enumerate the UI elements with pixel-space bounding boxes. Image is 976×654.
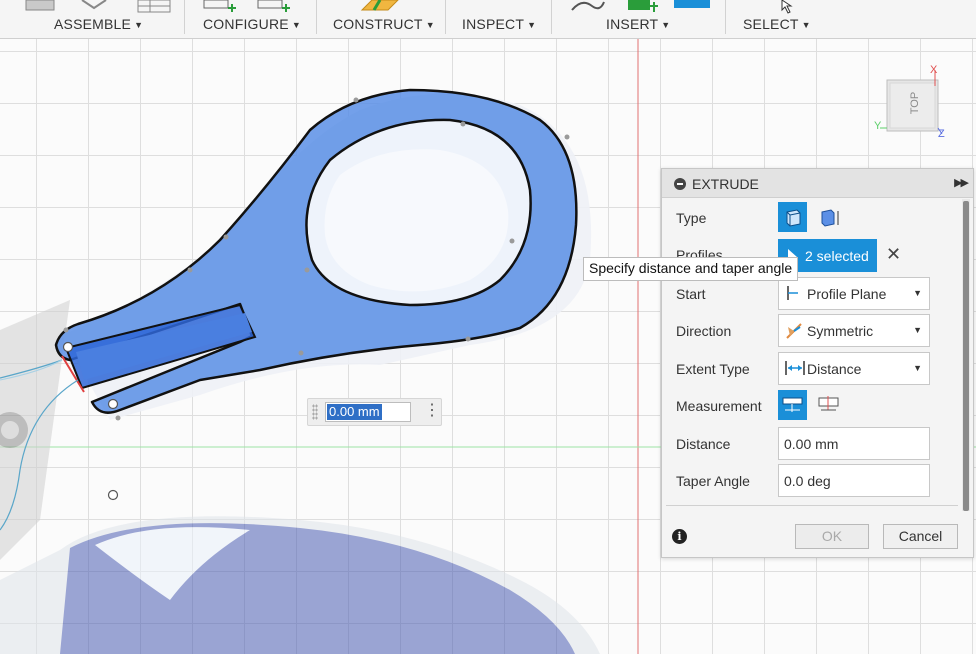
- taper-angle-input[interactable]: 0.0 deg: [778, 464, 930, 497]
- distance-manipulator-input[interactable]: 0.00 mm: [325, 402, 411, 422]
- dialog-divider: [666, 505, 958, 506]
- toolbar-divider: [184, 0, 185, 34]
- extrude-dialog: EXTRUDE ▶▶ Type Profiles 2 selected ✕ St…: [661, 168, 974, 558]
- taper-angle-label: Taper Angle: [676, 473, 750, 489]
- cancel-button[interactable]: Cancel: [883, 524, 958, 549]
- as-built-joint-icon: [137, 0, 171, 13]
- configure-menu[interactable]: CONFIGURE ▼: [203, 16, 301, 32]
- view-cube[interactable]: TOP X Y Z: [872, 64, 952, 144]
- collapse-icon[interactable]: [674, 178, 686, 190]
- toolbar-divider: [316, 0, 317, 34]
- drag-grip-icon[interactable]: [312, 404, 318, 420]
- assemble-group[interactable]: ASSEMBLE ▼: [20, 0, 180, 38]
- distance-label: Distance: [676, 436, 731, 452]
- measurement-label: Measurement: [676, 398, 762, 414]
- x-axis-label: X: [930, 64, 938, 76]
- extent-type-dropdown[interactable]: Distance ▼: [778, 352, 930, 385]
- chevron-down-icon: ▼: [913, 363, 922, 373]
- distance-manipulator[interactable]: 0.00 mm ⋮: [307, 398, 442, 426]
- measure-from-profile-icon: [782, 397, 803, 412]
- select-group[interactable]: SELECT ▼: [732, 0, 822, 38]
- view-cube-face-label: TOP: [909, 91, 922, 115]
- joint-icon: [81, 0, 107, 10]
- type-label: Type: [676, 210, 707, 226]
- dialog-body: Type Profiles 2 selected ✕ Start Profile…: [662, 198, 973, 510]
- toolbar: ASSEMBLE ▼ CONFIGURE ▼ CONSTRUCT ▼ INSPECT ▼…: [0, 0, 976, 39]
- start-label: Start: [676, 286, 706, 302]
- direction-dropdown[interactable]: Symmetric ▼: [778, 314, 930, 347]
- clear-selection-icon[interactable]: ✕: [886, 245, 901, 263]
- row-start: Start Profile Plane ▼: [662, 276, 962, 312]
- ok-button[interactable]: OK: [795, 524, 869, 549]
- profiles-count: 2 selected: [805, 248, 869, 264]
- chevron-down-icon: ▼: [913, 288, 922, 298]
- row-direction: Direction Symmetric ▼: [662, 313, 962, 349]
- profile-plane-icon: [787, 286, 798, 300]
- row-distance: Distance 0.00 mm: [662, 426, 962, 462]
- measure-symmetric-icon: [818, 396, 839, 411]
- more-options-icon[interactable]: ⋮: [424, 403, 440, 419]
- start-dropdown[interactable]: Profile Plane ▼: [778, 277, 930, 310]
- insert-menu[interactable]: INSERT ▼: [606, 16, 670, 32]
- dialog-header[interactable]: EXTRUDE ▶▶: [662, 169, 973, 198]
- row-type: Type: [662, 200, 962, 236]
- row-measurement: Measurement: [662, 388, 962, 424]
- chevron-down-icon: ▼: [913, 325, 922, 335]
- info-icon[interactable]: i: [672, 529, 687, 544]
- distance-icon: [785, 361, 805, 375]
- thin-extrude-icon: [821, 209, 839, 227]
- construct-plane-icon: [360, 0, 399, 11]
- insert-link-icon: [571, 1, 605, 11]
- measurement-symmetric-button[interactable]: [814, 390, 843, 420]
- construct-group[interactable]: CONSTRUCT ▼: [322, 0, 440, 38]
- inspect-group[interactable]: INSPECT ▼: [452, 0, 548, 38]
- tooltip: Specify distance and taper angle: [583, 257, 799, 281]
- expand-icon[interactable]: ▶▶: [954, 176, 969, 189]
- toolbar-divider: [551, 0, 552, 34]
- z-axis-label: Z: [938, 128, 945, 140]
- toolbar-divider: [725, 0, 726, 34]
- select-menu[interactable]: SELECT ▼: [743, 16, 811, 32]
- distance-manipulator-value: 0.00 mm: [327, 404, 382, 420]
- insert-canvas-icon: [674, 0, 710, 8]
- type-solid-button[interactable]: [778, 202, 807, 232]
- row-extent-type: Extent Type Distance ▼: [662, 351, 962, 387]
- scrollbar-thumb[interactable]: [963, 201, 969, 511]
- extent-type-label: Extent Type: [676, 361, 750, 377]
- dialog-scrollbar[interactable]: [962, 199, 970, 511]
- insert-group[interactable]: INSERT ▼: [560, 0, 720, 38]
- dialog-footer: i OK Cancel: [662, 513, 973, 557]
- insert-mesh-icon: [628, 0, 658, 12]
- distance-input[interactable]: 0.00 mm: [778, 427, 930, 460]
- symmetric-icon: [786, 323, 802, 339]
- dialog-title: EXTRUDE: [692, 176, 759, 192]
- toolbar-divider: [445, 0, 446, 34]
- measurement-from-profile-button[interactable]: [778, 390, 807, 420]
- configure-table-icon: [203, 0, 236, 12]
- assemble-menu[interactable]: ASSEMBLE ▼: [54, 16, 143, 32]
- y-axis-label: Y: [874, 120, 882, 132]
- direction-label: Direction: [676, 323, 732, 339]
- configure-group[interactable]: CONFIGURE ▼: [190, 0, 308, 38]
- new-component-icon: [25, 0, 55, 11]
- construct-menu[interactable]: CONSTRUCT ▼: [333, 16, 435, 32]
- select-cursor-icon: [781, 0, 793, 14]
- inspect-menu[interactable]: INSPECT ▼: [462, 16, 536, 32]
- row-taper-angle: Taper Angle 0.0 deg: [662, 463, 962, 499]
- type-thin-button[interactable]: [814, 202, 843, 232]
- solid-extrude-icon: [786, 209, 801, 227]
- configure-rule-icon: [257, 0, 290, 12]
